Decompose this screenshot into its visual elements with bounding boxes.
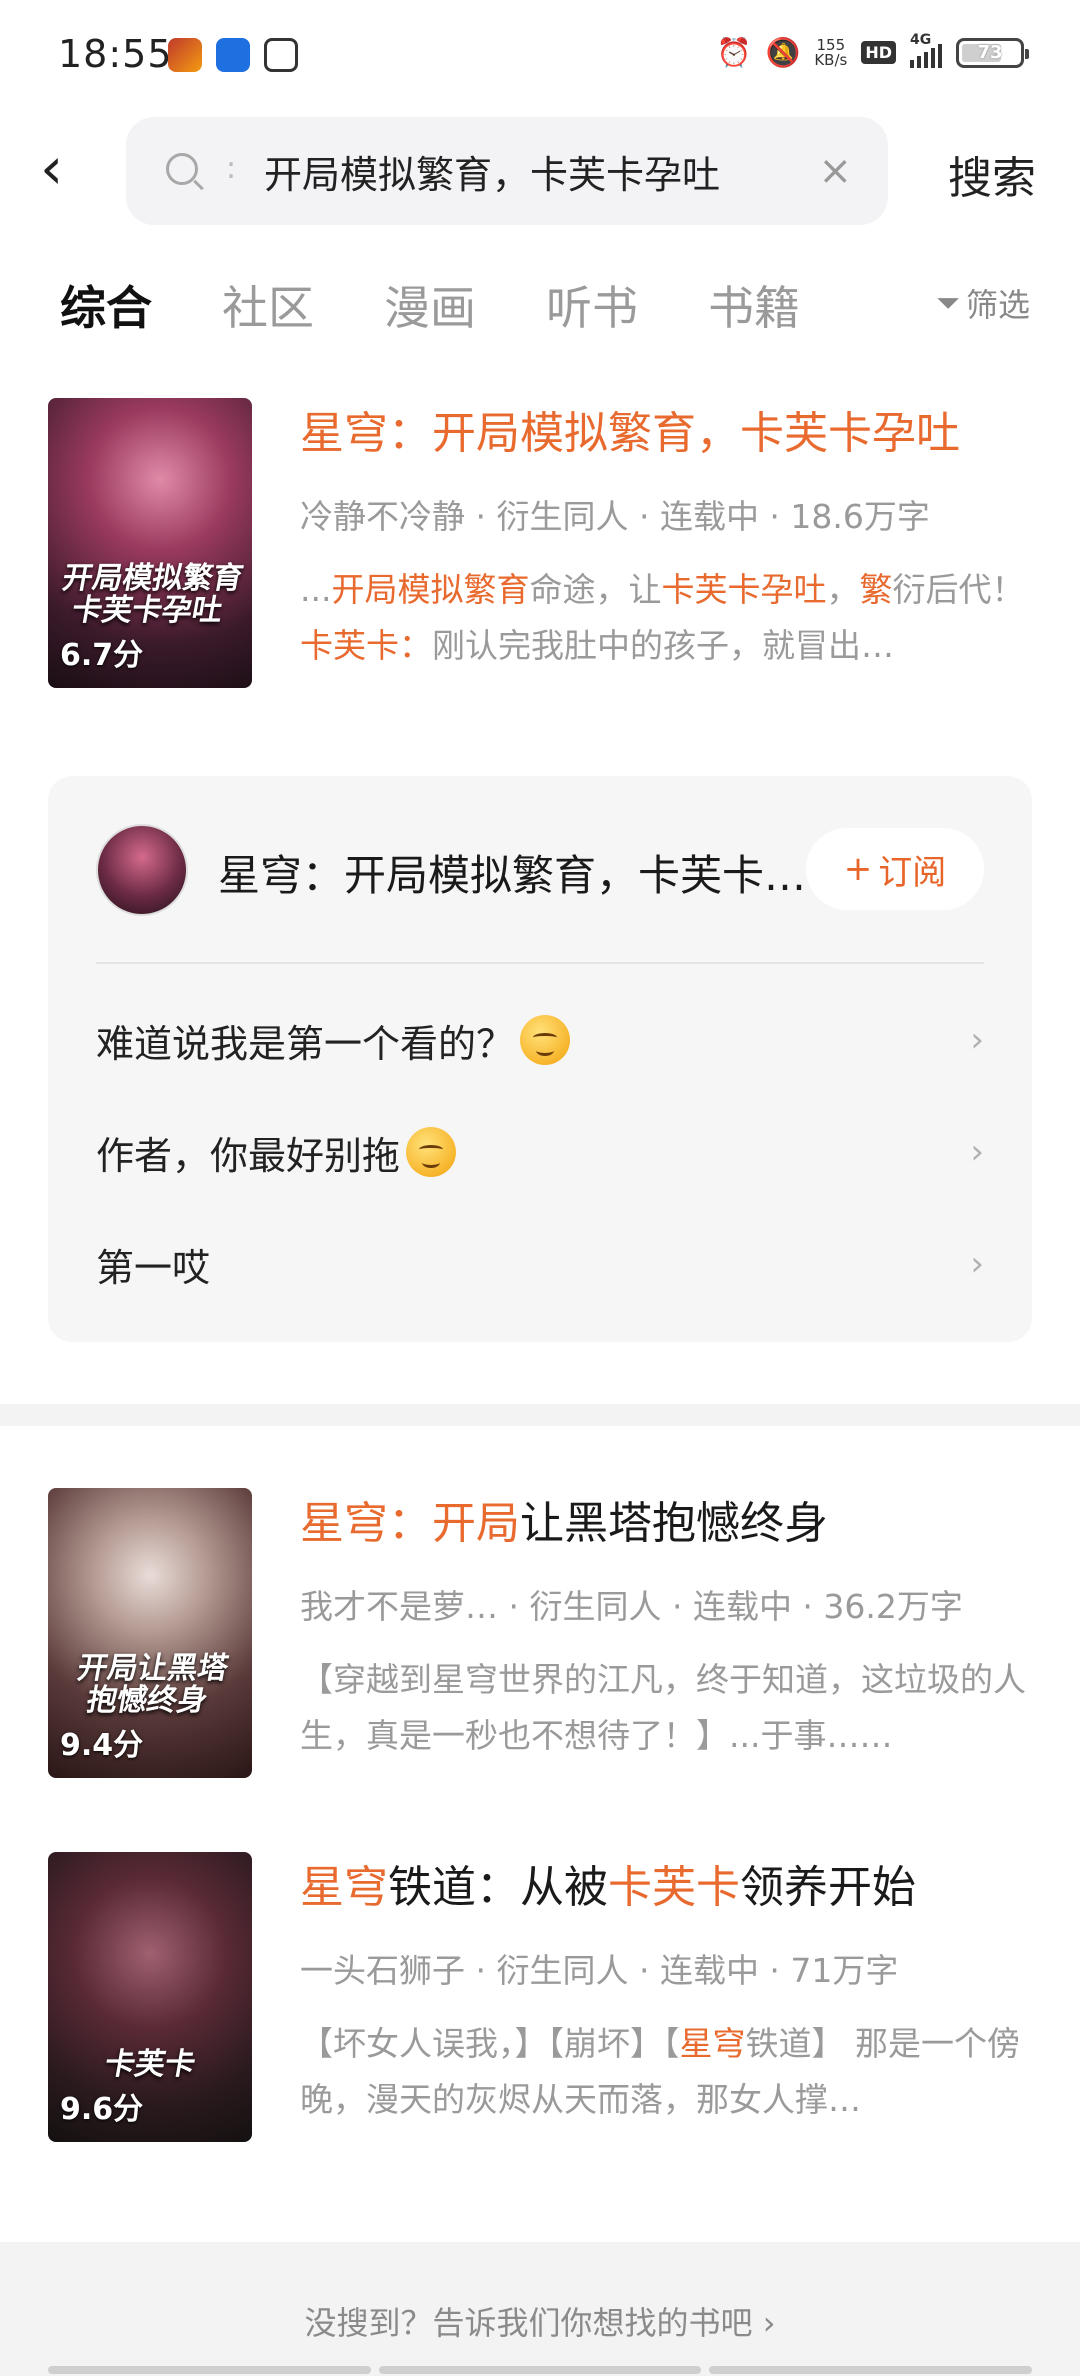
hd-icon: HD <box>861 41 896 64</box>
highlighted-text: 星穹：开局模拟繁育，卡芙卡孕吐 <box>300 408 960 459</box>
back-arrow-icon[interactable]: ‹ <box>40 139 90 200</box>
search-separator: : <box>226 151 237 186</box>
book-info: 星穹：开局让黑塔抱憾终身 我才不是萝… · 衍生同人 · 连载中 · 36.2万… <box>300 1488 1032 1764</box>
text-segment: 铁道：从被 <box>388 1862 608 1913</box>
book-cover[interactable]: 开局让黑塔 抱憾终身 9.4分 <box>48 1488 252 1778</box>
post-text: 第一哎 <box>96 1245 211 1290</box>
tab-all[interactable]: 综合 <box>60 272 152 338</box>
chevron-right-icon: › <box>970 1020 984 1060</box>
text-segment: ， <box>826 570 860 609</box>
text-segment: 让黑塔抱憾终身 <box>520 1498 828 1549</box>
feedback-link[interactable]: 没搜到？告诉我们你想找的书吧 › <box>0 2298 1080 2344</box>
notes-app-icon <box>264 38 298 72</box>
result-tabs: 综合 社区 漫画 听书 书籍 ⏷ 筛选 <box>0 262 1080 342</box>
text-segment: 衍后代！ <box>892 570 1025 609</box>
community-card[interactable]: 星穹：开局模拟繁育，卡芙卡孕吐 + 订阅 难道说我是第一个看的？ › 作者，你最… <box>48 776 1032 1342</box>
tab-community[interactable]: 社区 <box>222 272 314 338</box>
messenger-app-icon <box>216 38 250 72</box>
text-segment: 命途，让 <box>529 570 662 609</box>
network-speed: 155 KB/s <box>814 35 848 69</box>
battery-icon: 73 <box>956 37 1029 68</box>
book-info: 星穹：开局模拟繁育，卡芙卡孕吐 冷静不冷静 · 衍生同人 · 连载中 · 18.… <box>300 398 1032 674</box>
plus-icon: + <box>843 849 873 889</box>
highlighted-text: ： <box>399 626 432 665</box>
book-description: 【坏女人误我，】【崩坏】【星穹铁道】 那是一个傍晚，漫天的灰烬从天而落，那女人撑… <box>300 2016 1032 2128</box>
search-icon <box>166 153 198 185</box>
chevron-right-icon: › <box>970 1132 984 1172</box>
subscribe-button[interactable]: + 订阅 <box>806 828 984 910</box>
search-button[interactable]: 搜索 <box>948 142 1036 206</box>
highlighted-text: 星穹 <box>679 2024 746 2063</box>
text-segment: 领养开始 <box>740 1862 916 1913</box>
community-post[interactable]: 作者，你最好别拖 › <box>96 1102 984 1202</box>
game-app-icon <box>168 38 202 72</box>
highlighted-text: 繁 <box>859 570 893 609</box>
book-cover[interactable]: 卡芙卡 9.6分 <box>48 1852 252 2142</box>
search-header: ‹ : × 搜索 <box>0 112 1080 227</box>
community-post[interactable]: 难道说我是第一个看的？ › <box>96 990 984 1090</box>
filter-icon: ⏷ <box>935 285 960 321</box>
book-title[interactable]: 星穹：开局让黑塔抱憾终身 <box>300 1494 1032 1554</box>
book-meta: 我才不是萝… · 衍生同人 · 连载中 · 36.2万字 <box>300 1587 963 1626</box>
highlighted-text: 卡芙卡 <box>300 626 399 665</box>
text-segment: 【穿越到星穹世界的江凡，终于知道，这垃圾的人生，真是一秒也不想待了！】...于事… <box>300 1660 1026 1755</box>
status-app-icons <box>168 38 298 72</box>
status-time: 18:55 <box>58 32 173 76</box>
text-segment: ... <box>300 570 332 609</box>
status-indicators: ⏰ 🔕 155 KB/s HD 4G 73 <box>716 32 1029 69</box>
book-cover[interactable]: 开局模拟繁育 卡芙卡孕吐 6.7分 <box>48 398 252 688</box>
drooling-face-emoji-icon <box>520 1015 571 1065</box>
highlighted-text: 卡芙卡 <box>608 1862 740 1913</box>
book-rating: 9.6分 <box>60 2092 144 2127</box>
book-rating: 9.4分 <box>60 1728 144 1763</box>
signal-icon: 4G <box>910 32 942 68</box>
status-bar: 18:55 ⏰ 🔕 155 KB/s HD 4G 73 <box>0 0 1080 110</box>
book-meta: 一头石狮子 · 衍生同人 · 连载中 · 71万字 <box>300 1951 899 1990</box>
chevron-right-icon: › <box>762 2304 776 2342</box>
text-segment: 刚认完我肚中的孩子，就冒出… <box>432 626 894 665</box>
cover-title: 开局模拟繁育 卡芙卡孕吐 <box>59 561 246 628</box>
bottom-bar <box>48 2366 1033 2374</box>
book-info: 星穹铁道：从被卡芙卡领养开始 一头石狮子 · 衍生同人 · 连载中 · 71万字… <box>300 1852 1032 2128</box>
highlighted-text: 开局模拟繁育 <box>331 570 530 609</box>
text-segment: 【坏女人误我，】【崩坏】【 <box>300 2024 680 2063</box>
search-input[interactable] <box>264 139 794 203</box>
chevron-right-icon: › <box>970 1244 984 1284</box>
book-title[interactable]: 星穹铁道：从被卡芙卡领养开始 <box>300 1858 1032 1918</box>
community-avatar <box>96 824 188 916</box>
divider <box>96 962 984 964</box>
cover-title: 开局让黑塔 抱憾终身 <box>74 1651 231 1718</box>
book-description: 【穿越到星穹世界的江凡，终于知道，这垃圾的人生，真是一秒也不想待了！】...于事… <box>300 1652 1032 1764</box>
tab-comics[interactable]: 漫画 <box>384 272 476 338</box>
tab-audiobooks[interactable]: 听书 <box>546 272 638 338</box>
cover-title: 卡芙卡 <box>101 2046 199 2082</box>
post-text: 作者，你最好别拖 <box>96 1133 401 1178</box>
book-meta: 冷静不冷静 · 衍生同人 · 连载中 · 18.6万字 <box>300 497 930 536</box>
filter-button[interactable]: ⏷ 筛选 <box>936 280 1030 326</box>
post-text: 难道说我是第一个看的？ <box>96 1021 515 1066</box>
book-rating: 6.7分 <box>60 638 144 673</box>
section-divider <box>0 1404 1080 1426</box>
smiling-face-emoji-icon <box>406 1127 457 1177</box>
search-box[interactable]: : × <box>126 117 888 225</box>
book-result[interactable]: 开局让黑塔 抱憾终身 9.4分 星穹：开局让黑塔抱憾终身 我才不是萝… · 衍生… <box>48 1488 1032 1778</box>
highlighted-text: 卡芙卡孕吐 <box>661 570 827 609</box>
book-description: ...开局模拟繁育命途，让卡芙卡孕吐，繁衍后代！ 卡芙卡：刚认完我肚中的孩子，就… <box>300 562 1032 674</box>
highlighted-text: 星穹 <box>300 1862 388 1913</box>
community-post[interactable]: 第一哎 › <box>96 1214 984 1314</box>
book-result[interactable]: 卡芙卡 9.6分 星穹铁道：从被卡芙卡领养开始 一头石狮子 · 衍生同人 · 连… <box>48 1852 1032 2142</box>
clear-icon[interactable]: × <box>818 151 852 191</box>
mute-bell-icon: 🔕 <box>765 36 801 69</box>
book-result[interactable]: 开局模拟繁育 卡芙卡孕吐 6.7分 星穹：开局模拟繁育，卡芙卡孕吐 冷静不冷静 … <box>48 398 1032 688</box>
highlighted-text: 星穹：开局 <box>300 1498 520 1549</box>
tab-books[interactable]: 书籍 <box>708 272 800 338</box>
community-title[interactable]: 星穹：开局模拟繁育，卡芙卡孕吐 <box>218 842 808 903</box>
bottom-area: 没搜到？告诉我们你想找的书吧 › <box>0 2242 1080 2376</box>
alarm-icon: ⏰ <box>716 36 752 69</box>
book-title[interactable]: 星穹：开局模拟繁育，卡芙卡孕吐 <box>300 404 1032 464</box>
